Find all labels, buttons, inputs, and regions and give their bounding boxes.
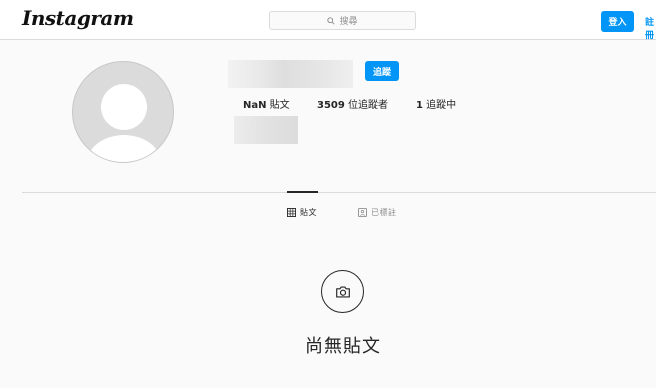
- following-count: 1: [416, 100, 423, 111]
- tab-tagged[interactable]: 已標註: [358, 207, 397, 218]
- empty-state-text: 尚無貼文: [305, 336, 381, 357]
- camera-icon: [335, 285, 350, 298]
- login-button[interactable]: 登入: [601, 11, 634, 32]
- posts-count: NaN: [243, 100, 267, 111]
- signup-link[interactable]: 註冊: [645, 15, 656, 41]
- grid-icon: [287, 208, 296, 217]
- following-label: 追蹤中: [426, 100, 457, 111]
- search-placeholder: 搜尋: [339, 17, 358, 27]
- followers-label: 位追蹤者: [348, 100, 389, 111]
- posts-stat: NaN 貼文: [243, 96, 290, 111]
- instagram-logo[interactable]: Instagram: [22, 6, 134, 30]
- avatar-placeholder-body: [86, 135, 162, 162]
- top-navigation-bar: Instagram 搜尋 登入 註冊: [0, 0, 656, 41]
- posts-label: 貼文: [269, 100, 290, 111]
- active-tab-indicator: [287, 191, 318, 193]
- followers-stat[interactable]: 3509 位追蹤者: [317, 96, 388, 111]
- empty-state-camera: [321, 270, 364, 313]
- tabs-divider: [22, 192, 656, 193]
- search-icon: [327, 16, 336, 25]
- following-stat[interactable]: 1 追蹤中: [416, 96, 456, 111]
- followers-count: 3509: [317, 100, 345, 111]
- blurred-bio: [234, 116, 298, 144]
- tag-icon: [358, 208, 367, 217]
- avatar-placeholder-head: [101, 84, 147, 130]
- search-box[interactable]: 搜尋: [269, 11, 416, 30]
- follow-button[interactable]: 追蹤: [365, 61, 399, 81]
- blurred-username: [228, 60, 353, 88]
- profile-avatar: [72, 61, 174, 163]
- tab-tagged-label: 已標註: [371, 208, 397, 217]
- tab-posts-label: 貼文: [300, 208, 317, 217]
- tab-posts[interactable]: 貼文: [287, 207, 317, 218]
